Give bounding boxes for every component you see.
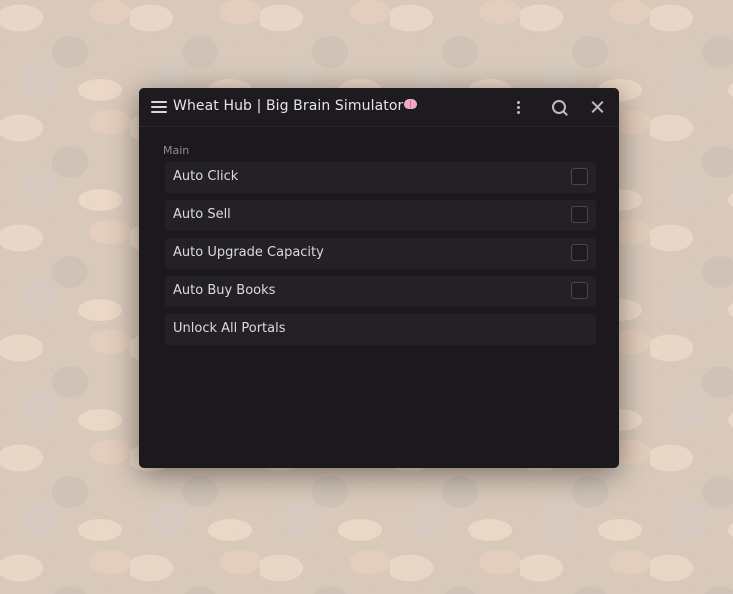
auto-sell-checkbox[interactable] <box>571 206 588 223</box>
auto-buy-books-checkbox[interactable] <box>571 282 588 299</box>
toggle-auto-upgrade-capacity[interactable]: Auto Upgrade Capacity <box>165 238 596 269</box>
button-label: Unlock All Portals <box>173 321 286 336</box>
unlock-all-portals-button[interactable]: Unlock All Portals <box>165 314 596 345</box>
toggle-label: Auto Sell <box>173 207 231 222</box>
search-button[interactable] <box>549 97 569 117</box>
toggle-auto-sell[interactable]: Auto Sell <box>165 200 596 231</box>
window-title: Wheat Hub | Big Brain Simulator <box>173 98 418 114</box>
toggle-label: Auto Upgrade Capacity <box>173 245 324 260</box>
brain-icon <box>404 99 418 109</box>
more-options-button[interactable] <box>509 97 529 117</box>
toggle-label: Auto Buy Books <box>173 283 276 298</box>
window-title-text: Wheat Hub | Big Brain Simulator <box>173 98 404 114</box>
toggle-label: Auto Click <box>173 169 239 184</box>
hub-window: Wheat Hub | Big Brain Simulator Main Aut… <box>139 88 619 468</box>
close-button[interactable] <box>588 97 608 117</box>
hamburger-menu-icon[interactable] <box>151 101 167 113</box>
toggle-auto-buy-books[interactable]: Auto Buy Books <box>165 276 596 307</box>
title-bar[interactable]: Wheat Hub | Big Brain Simulator <box>139 88 619 127</box>
section-label-main: Main <box>163 144 190 157</box>
main-section-list: Auto Click Auto Sell Auto Upgrade Capaci… <box>165 162 596 352</box>
auto-upgrade-capacity-checkbox[interactable] <box>571 244 588 261</box>
auto-click-checkbox[interactable] <box>571 168 588 185</box>
toggle-auto-click[interactable]: Auto Click <box>165 162 596 193</box>
